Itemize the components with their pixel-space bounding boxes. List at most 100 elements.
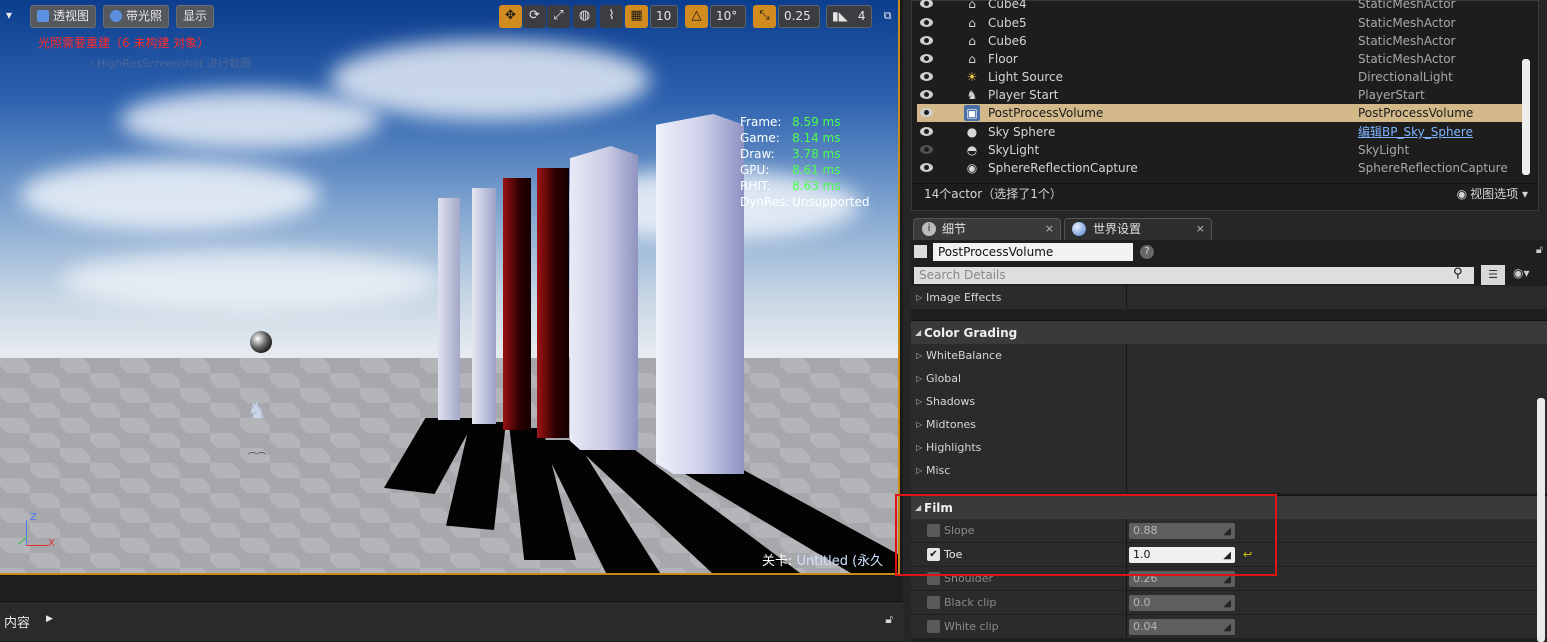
sun-icon: ☀ <box>966 70 978 84</box>
eye-icon[interactable] <box>920 145 933 154</box>
view-options-button[interactable]: ◉ 视图选项 ▾ <box>1457 184 1528 204</box>
close-icon[interactable]: × <box>1045 219 1054 239</box>
lock-icon[interactable]: 🔓︎ <box>1536 243 1543 257</box>
eye-icon[interactable] <box>920 108 933 117</box>
eye-icon[interactable] <box>920 0 933 8</box>
tab-details[interactable]: i 细节 × <box>913 218 1061 240</box>
cube-pillar[interactable] <box>472 188 496 424</box>
stat-row: RHIT: 8.63 ms <box>740 179 841 193</box>
edit-blueprint-link[interactable]: 编辑BP_Sky_Sphere <box>1358 123 1473 141</box>
cube-pillar[interactable] <box>537 168 569 438</box>
list-item[interactable]: ⌂ Cube4 StaticMeshActor <box>917 0 1524 13</box>
shoulder-value-field[interactable]: 0.26 ◢ <box>1129 571 1235 587</box>
rotate-tool-icon[interactable]: ⟳ <box>523 5 546 28</box>
eye-icon[interactable] <box>920 90 933 99</box>
resize-arrow-icon: ◢ <box>1223 550 1231 561</box>
stat-row: Game: 8.14 ms <box>740 131 841 145</box>
slope-value-field[interactable]: 0.88 ◢ <box>1129 523 1235 539</box>
search-details-input[interactable]: Search Details <box>914 267 1474 284</box>
translate-tool-icon[interactable]: ✥ <box>499 5 522 28</box>
list-item[interactable]: ◓ SkyLight SkyLight <box>917 141 1524 159</box>
image-effects-row[interactable]: ▷ Image Effects <box>911 286 1547 309</box>
content-tab-label[interactable]: 内容 <box>4 612 30 631</box>
close-icon[interactable]: × <box>1196 219 1205 239</box>
perspective-button[interactable]: 透视图 <box>30 5 97 28</box>
eye-icon[interactable] <box>920 36 933 45</box>
reset-to-default-icon[interactable]: ↩ <box>1243 543 1252 566</box>
cube-pillar[interactable] <box>438 198 460 420</box>
list-item[interactable]: ⌂ Cube6 StaticMeshActor <box>917 32 1524 50</box>
actor-name-field[interactable]: PostProcessVolume <box>933 243 1133 261</box>
list-item[interactable]: ☀ Light Source DirectionalLight <box>917 68 1524 86</box>
shoulder-override-checkbox[interactable] <box>927 572 940 585</box>
details-scrollbar[interactable] <box>1537 398 1545 642</box>
grading-item-white-balance[interactable]: ▷ WhiteBalance <box>911 344 1547 367</box>
expand-arrow-icon[interactable]: ▶ <box>46 614 53 624</box>
eye-icon[interactable] <box>920 127 933 136</box>
post-process-icon: ▣ <box>964 105 980 121</box>
list-item[interactable]: ⌂ Cube5 StaticMeshActor <box>917 14 1524 32</box>
help-icon[interactable]: ? <box>1140 245 1154 259</box>
content-browser-bar: 内容 ▶ 🔓︎ <box>0 577 903 642</box>
lit-mode-button[interactable]: 带光照 <box>103 5 170 28</box>
toe-override-checkbox[interactable]: ✔ <box>927 548 940 561</box>
viewport-menu-icon[interactable]: ▾ <box>6 8 20 22</box>
search-icon[interactable]: ⚲ <box>1453 266 1463 281</box>
scale-snap-value[interactable]: 0.25 <box>778 5 820 28</box>
black-clip-value-field[interactable]: 0.0 ◢ <box>1129 595 1235 611</box>
grading-item-global[interactable]: ▷ Global <box>911 367 1547 390</box>
list-item[interactable]: ◉ SphereReflectionCapture SphereReflection… <box>917 159 1524 177</box>
grading-item-midtones[interactable]: ▷ Midtones <box>911 413 1547 436</box>
camera-speed-button[interactable]: ▮◣ 4 <box>826 5 872 28</box>
eye-icon[interactable] <box>920 18 933 27</box>
property-matrix-icon[interactable]: ☰ <box>1481 265 1505 285</box>
cube-icon <box>37 10 49 22</box>
slope-override-checkbox[interactable] <box>927 524 940 537</box>
cube-pillar[interactable] <box>503 178 531 430</box>
film-category[interactable]: ◢ Film <box>911 495 1547 519</box>
show-button[interactable]: 显示 <box>176 5 215 28</box>
player-start-icon[interactable]: ♞ <box>244 398 270 426</box>
film-toe-row: ✔ Toe 1.0 ◢ ↩ <box>911 543 1547 566</box>
color-grading-category[interactable]: ◢ Color Grading <box>911 320 1547 344</box>
rotate-snap-value[interactable]: 10° <box>710 5 746 28</box>
expand-arrow-icon: ▷ <box>916 397 923 406</box>
cube-pillar[interactable] <box>656 114 744 474</box>
eye-icon[interactable] <box>920 72 933 81</box>
grading-item-highlights[interactable]: ▷ Highlights <box>911 436 1547 459</box>
rotate-snap-icon[interactable]: △ <box>685 5 708 28</box>
surface-snap-icon[interactable]: ⌇ <box>600 5 623 28</box>
list-item[interactable]: ⌂ Floor StaticMeshActor <box>917 50 1524 68</box>
maximize-viewport-icon[interactable]: ⧉ <box>876 5 898 28</box>
light-source-icon[interactable]: ⌒⌒ <box>248 450 266 463</box>
list-item[interactable]: ● Sky Sphere 编辑BP_Sky_Sphere <box>917 123 1524 141</box>
collapse-arrow-icon: ◢ <box>915 503 922 512</box>
tab-world-settings[interactable]: 世界设置 × <box>1064 218 1212 240</box>
toe-value-field[interactable]: 1.0 ◢ <box>1129 547 1235 563</box>
scale-snap-icon[interactable]: ⤡ <box>753 5 776 28</box>
black-clip-override-checkbox[interactable] <box>927 596 940 609</box>
scale-tool-icon[interactable]: ⤢ <box>547 5 570 28</box>
expand-arrow-icon: ▷ <box>916 466 923 475</box>
grid-snap-icon[interactable]: ▦ <box>625 5 648 28</box>
camera-icon: ▮◣ <box>832 9 848 23</box>
collapse-arrow-icon: ◢ <box>915 328 922 337</box>
lock-icon[interactable]: 🔓︎ <box>885 612 893 627</box>
stat-unit-overlay: Frame: 8.59 ms Game: 8.14 ms Draw: 3.78 ms … <box>740 114 869 210</box>
white-clip-override-checkbox[interactable] <box>927 620 940 633</box>
world-local-icon[interactable]: ◍ <box>573 5 596 28</box>
grading-item-misc[interactable]: ▷ Misc <box>911 459 1547 493</box>
white-clip-value-field[interactable]: 0.04 ◢ <box>1129 619 1235 635</box>
eye-icon[interactable] <box>920 163 933 172</box>
list-item-selected[interactable]: ▣ PostProcessVolume PostProcessVolume <box>917 104 1524 122</box>
reflection-capture-sphere[interactable] <box>250 331 272 353</box>
level-viewport[interactable]: ♞ ⌒⌒ 透视图 带光照 显示 ▾ ✥ ⟳ ⤢ ◍ ⌇ ▦ 10 △ 10° ⤡… <box>0 0 900 575</box>
cube-pillar[interactable] <box>570 146 638 450</box>
outliner-scrollbar[interactable] <box>1522 59 1530 175</box>
visibility-filter-icon[interactable]: ◉▾ <box>1513 266 1530 280</box>
film-slope-row: Slope 0.88 ◢ <box>911 519 1547 542</box>
eye-icon[interactable] <box>920 54 933 63</box>
list-item[interactable]: ♞ Player Start PlayerStart <box>917 86 1524 104</box>
grid-snap-value[interactable]: 10 <box>650 5 678 28</box>
grading-item-shadows[interactable]: ▷ Shadows <box>911 390 1547 413</box>
